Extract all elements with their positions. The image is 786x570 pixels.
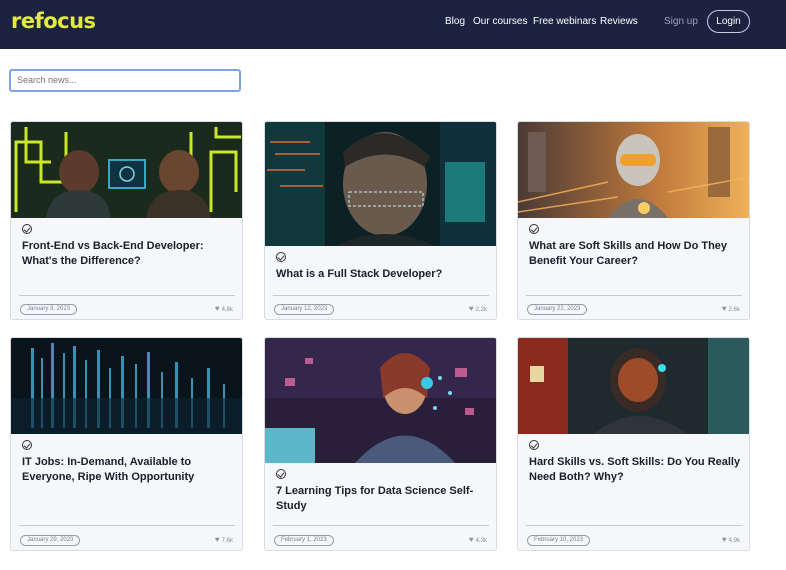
- check-circle-icon: [22, 440, 32, 450]
- check-circle-icon: [529, 440, 539, 450]
- check-circle-icon: [22, 224, 32, 234]
- article-card[interactable]: 7 Learning Tips for Data Science Self-St…: [264, 337, 497, 551]
- login-button[interactable]: Login: [707, 10, 750, 33]
- likes-value: 2,2k: [475, 307, 487, 313]
- article-date-badge: February 10, 2023: [527, 535, 591, 546]
- nav-link-our-courses[interactable]: Our courses: [473, 16, 527, 27]
- article-card[interactable]: What is a Full Stack Developer? January …: [264, 121, 497, 320]
- search-input[interactable]: [17, 75, 233, 85]
- likes-value: 4,9k: [728, 538, 740, 544]
- heart-icon: ♥: [468, 304, 474, 313]
- card-divider: [19, 295, 235, 296]
- likes-count: ♥ 4,3k: [469, 535, 487, 544]
- article-thumbnail[interactable]: [265, 338, 496, 463]
- article-date-badge: January 12, 2023: [274, 304, 335, 315]
- likes-value: 4,8k: [221, 307, 233, 313]
- refocus-logo[interactable]: refocus: [11, 9, 96, 33]
- heart-icon: ♥: [721, 535, 727, 544]
- likes-count: ♥ 7,6k: [215, 535, 233, 544]
- likes-count: ♥ 2,2k: [469, 304, 487, 313]
- article-card[interactable]: What are Soft Skills and How Do They Ben…: [517, 121, 750, 320]
- card-divider: [19, 525, 235, 526]
- article-card[interactable]: Hard Skills vs. Soft Skills: Do You Real…: [517, 337, 750, 551]
- check-circle-icon: [529, 224, 539, 234]
- sign-up-link[interactable]: Sign up: [664, 16, 698, 27]
- article-card[interactable]: IT Jobs: In-Demand, Available to Everyon…: [10, 337, 243, 551]
- article-thumbnail[interactable]: [518, 338, 749, 434]
- nav-link-reviews[interactable]: Reviews: [600, 16, 638, 27]
- heart-icon: ♥: [214, 535, 220, 544]
- article-date-badge: February 1, 2023: [274, 535, 334, 546]
- article-title[interactable]: IT Jobs: In-Demand, Available to Everyon…: [22, 455, 234, 485]
- article-title[interactable]: What is a Full Stack Developer?: [276, 267, 488, 282]
- nav-link-free-webinars[interactable]: Free webinars: [533, 16, 596, 27]
- article-thumbnail[interactable]: [265, 122, 496, 246]
- article-title[interactable]: 7 Learning Tips for Data Science Self-St…: [276, 484, 488, 514]
- article-title[interactable]: Hard Skills vs. Soft Skills: Do You Real…: [529, 455, 741, 485]
- article-date-badge: January 29, 2023: [20, 535, 81, 546]
- article-title[interactable]: Front-End vs Back-End Developer: What's …: [22, 239, 234, 269]
- heart-icon: ♥: [721, 304, 727, 313]
- top-navigation-bar: refocus Blog Our courses Free webinars R…: [0, 0, 786, 49]
- check-circle-icon: [276, 252, 286, 262]
- likes-count: ♥ 4,9k: [722, 535, 740, 544]
- article-thumbnail[interactable]: [11, 338, 242, 434]
- check-circle-icon: [276, 469, 286, 479]
- likes-value: 4,3k: [475, 538, 487, 544]
- article-date-badge: January 22, 2023: [527, 304, 588, 315]
- likes-count: ♥ 2,6k: [722, 304, 740, 313]
- article-title[interactable]: What are Soft Skills and How Do They Ben…: [529, 239, 741, 269]
- card-divider: [273, 525, 489, 526]
- card-divider: [526, 525, 742, 526]
- heart-icon: ♥: [214, 304, 220, 313]
- article-card[interactable]: Front-End vs Back-End Developer: What's …: [10, 121, 243, 320]
- article-thumbnail[interactable]: [518, 122, 749, 218]
- likes-count: ♥ 4,8k: [215, 304, 233, 313]
- likes-value: 2,6k: [728, 307, 740, 313]
- nav-link-blog[interactable]: Blog: [445, 16, 465, 27]
- search-box: [9, 69, 241, 92]
- likes-value: 7,6k: [221, 538, 233, 544]
- article-date-badge: January 3, 2023: [20, 304, 78, 315]
- article-thumbnail[interactable]: [11, 122, 242, 218]
- card-divider: [273, 295, 489, 296]
- heart-icon: ♥: [468, 535, 474, 544]
- card-divider: [526, 295, 742, 296]
